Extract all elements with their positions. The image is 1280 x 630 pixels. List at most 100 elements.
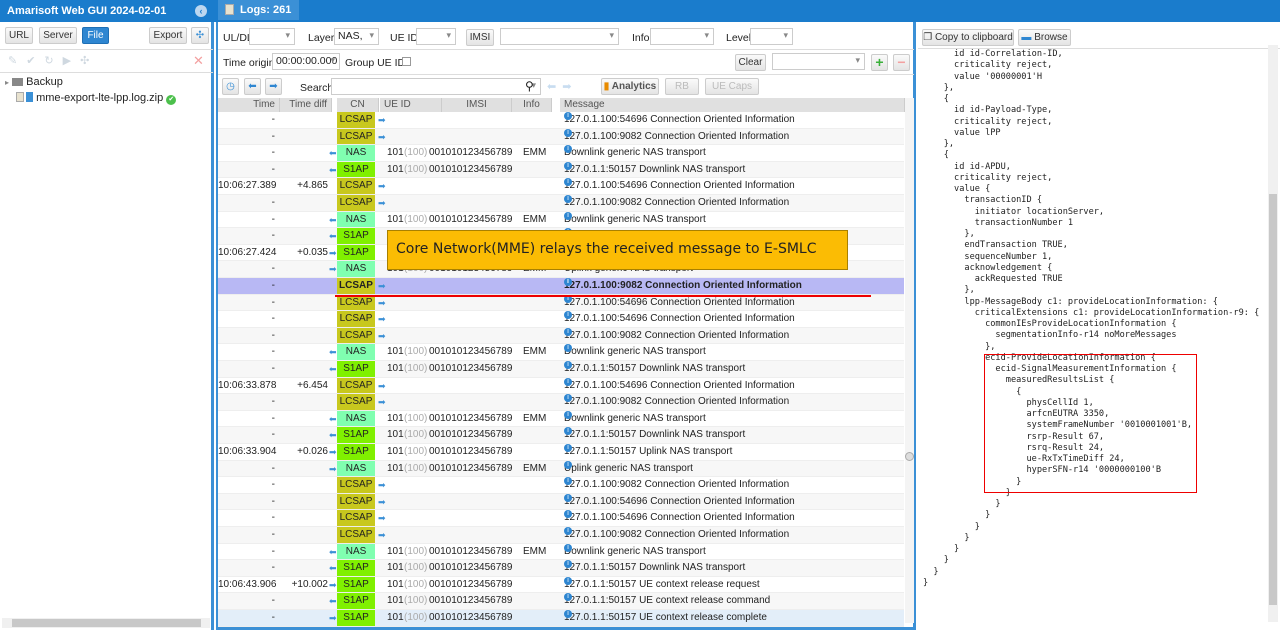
expand-icon[interactable]: ▸ xyxy=(5,78,9,87)
time-origin-input[interactable]: 00:00:00.000 xyxy=(272,53,340,70)
info-icon[interactable]: i xyxy=(564,128,572,137)
info-icon[interactable]: i xyxy=(564,112,572,120)
table-row[interactable]: - LCSAP ➡ i 127.0.1.100:54696 Connection Ori… xyxy=(218,510,904,527)
column-header-message[interactable]: Message xyxy=(560,98,905,112)
info-icon[interactable]: i xyxy=(564,327,572,336)
imsi-select[interactable] xyxy=(500,28,619,45)
tree-item-file[interactable]: mme-export-lte-lpp.log.zip ✔ xyxy=(16,92,177,105)
ueid-select[interactable] xyxy=(416,28,456,45)
info-icon[interactable]: i xyxy=(564,311,572,320)
table-row[interactable]: - LCSAP ➡ i 127.0.1.100:9082 Connection Orie… xyxy=(218,128,904,146)
info-icon[interactable]: i xyxy=(564,560,572,569)
info-icon[interactable]: i xyxy=(564,510,572,519)
delete-icon[interactable]: ✕ xyxy=(193,53,204,69)
table-row[interactable]: - NAS ⬅ 101 (100) 001010123456789 EMM i Downlink… xyxy=(218,211,904,229)
info-icon[interactable]: i xyxy=(564,145,572,154)
table-row[interactable]: - LCSAP ➡ i 127.0.1.100:9082 Connection Orie… xyxy=(218,278,904,295)
tab-logs[interactable]: Logs: 261 xyxy=(218,0,300,20)
info-icon[interactable]: i xyxy=(564,394,572,403)
clear-select[interactable] xyxy=(772,53,865,70)
table-row[interactable]: - LCSAP ➡ i 127.0.1.100:9082 Connection Orie… xyxy=(218,477,904,494)
search-nav-icons[interactable]: ⬅➡ xyxy=(547,80,577,93)
add-icon[interactable]: + xyxy=(871,54,888,71)
table-row[interactable]: - LCSAP ➡ i 127.0.1.100:54696 Connection Ori… xyxy=(218,294,904,312)
rb-button[interactable]: RB xyxy=(665,78,699,95)
info-icon[interactable]: i xyxy=(564,278,572,286)
remove-icon[interactable]: − xyxy=(893,54,910,71)
info-icon[interactable]: i xyxy=(564,444,572,452)
analytics-button[interactable]: ▮ Analytics xyxy=(601,78,659,95)
tree-item-backup[interactable]: ▸ Backup xyxy=(5,76,63,88)
table-row[interactable]: - NAS➡ 101(100)001010123456789 EMM iUplink g… xyxy=(218,460,904,478)
settings-icon[interactable]: ✣ xyxy=(191,27,209,44)
info-icon[interactable]: i xyxy=(564,543,572,552)
table-row[interactable]: - LCSAP ➡ i 127.0.1.100:9082 Connection Orie… xyxy=(218,394,904,411)
table-row[interactable]: - LCSAP ➡ i 127.0.1.100:54696 Connection Ori… xyxy=(218,112,904,129)
info-icon[interactable]: i xyxy=(564,593,572,602)
clear-button[interactable]: Clear xyxy=(735,54,766,71)
table-row[interactable]: - S1AP ➡ 101 (100) 001010123456789 i 127.0.1.1:… xyxy=(218,610,904,627)
info-icon[interactable]: i xyxy=(564,161,572,170)
server-button[interactable]: Server xyxy=(39,27,77,44)
search-input[interactable] xyxy=(331,78,541,95)
info-icon[interactable]: i xyxy=(564,460,572,469)
arrow-right-icon[interactable]: ➡ xyxy=(265,78,282,95)
table-row[interactable]: - LCSAP ➡ i 127.0.1.100:9082 Connection Orie… xyxy=(218,195,904,212)
table-row[interactable]: - LCSAP ➡ i 127.0.1.100:54696 Connection Ori… xyxy=(218,311,904,328)
column-header-imsi[interactable]: IMSI xyxy=(442,98,512,112)
info-select[interactable] xyxy=(650,28,714,45)
uldl-select[interactable] xyxy=(249,28,295,45)
info-icon[interactable]: i xyxy=(564,527,572,535)
info-icon[interactable]: i xyxy=(564,410,572,419)
info-icon[interactable]: i xyxy=(564,576,572,585)
browse-button[interactable]: ▬ Browse xyxy=(1018,29,1071,46)
table-row[interactable]: 10:06:33.878 +6.454 LCSAP ➡ i 127.0.1.100:546… xyxy=(218,377,904,395)
column-header-time-diff[interactable]: Time diff xyxy=(280,98,332,112)
info-icon[interactable]: i xyxy=(564,493,572,502)
table-row[interactable]: - LCSAP ➡ i 127.0.1.100:9082 Connection Orie… xyxy=(218,527,904,544)
table-row[interactable]: 10:06:33.904 +0.026 S1AP ➡ 101 (100) 001010123… xyxy=(218,444,904,461)
table-row[interactable]: - NAS ⬅ 101 (100) 001010123456789 EMM i Downlink… xyxy=(218,410,904,428)
table-row[interactable]: - NAS ⬅ 101 (100) 001010123456789 EMM i Downlink… xyxy=(218,145,904,162)
info-icon[interactable]: i xyxy=(564,361,572,369)
group-ueid-checkbox[interactable] xyxy=(402,57,411,66)
table-row[interactable]: - S1AP⬅ 101(100)001010123456789 i127.0.1.1:… xyxy=(218,427,904,444)
url-button[interactable]: URL xyxy=(5,27,33,44)
table-row[interactable]: - S1AP⬅ 101(100)001010123456789 i127.0.1.1:… xyxy=(218,361,904,378)
table-row[interactable]: 10:06:27.389 +4.865 LCSAP ➡ i 127.0.1.100:546… xyxy=(218,178,904,195)
info-icon[interactable]: i xyxy=(564,610,572,618)
export-button[interactable]: Export xyxy=(149,27,187,44)
info-icon[interactable]: i xyxy=(564,377,572,386)
level-select[interactable] xyxy=(750,28,793,45)
table-row[interactable]: - LCSAP ➡ i 127.0.1.100:9082 Connection Orie… xyxy=(218,327,904,345)
clock-icon[interactable]: ◷ xyxy=(222,78,239,95)
table-vscrollbar[interactable] xyxy=(905,98,914,623)
info-icon[interactable]: i xyxy=(564,344,572,353)
collapse-sidebar-icon[interactable]: ‹ xyxy=(195,5,207,17)
table-row[interactable]: - NAS ⬅ 101 (100) 001010123456789 EMM i Downlink… xyxy=(218,543,904,561)
table-row[interactable]: - S1AP⬅ 101(100)001010123456789 i127.0.1.1:… xyxy=(218,560,904,577)
imsi-button[interactable]: IMSI xyxy=(466,29,494,46)
binoculars-icon[interactable]: ⚲ xyxy=(525,79,534,93)
info-icon[interactable]: i xyxy=(564,427,572,436)
column-header-cn[interactable]: CN xyxy=(337,98,379,112)
table-row[interactable]: - NAS ⬅ 101 (100) 001010123456789 EMM i Downlink… xyxy=(218,344,904,361)
table-row[interactable]: 10:06:43.906 +10.002 S1AP ➡ 101 (100) 00101012… xyxy=(218,576,904,594)
column-header-ue-id[interactable]: UE ID xyxy=(380,98,442,112)
detail-scroll-thumb[interactable] xyxy=(1269,194,1277,605)
info-icon[interactable]: i xyxy=(564,211,572,220)
info-icon[interactable]: i xyxy=(564,195,572,203)
arrow-left-icon[interactable]: ⬅ xyxy=(244,78,261,95)
info-icon[interactable]: i xyxy=(564,178,572,187)
column-header-info[interactable]: Info xyxy=(512,98,552,112)
table-row[interactable]: - LCSAP ➡ i 127.0.1.100:54696 Connection Ori… xyxy=(218,493,904,511)
splitter-handle[interactable] xyxy=(905,452,914,461)
file-button[interactable]: File xyxy=(82,27,109,44)
column-header-time[interactable]: Time xyxy=(218,98,280,112)
layer-select[interactable]: NAS, xyxy=(334,28,379,45)
info-icon[interactable]: i xyxy=(564,477,572,486)
copy-clipboard-button[interactable]: ❐ Copy to clipboard xyxy=(922,29,1014,46)
table-row[interactable]: - S1AP⬅ 101(100)001010123456789 i127.0.1.1:… xyxy=(218,161,904,179)
uecaps-button[interactable]: UE Caps xyxy=(705,78,759,95)
sidebar-hscrollbar[interactable] xyxy=(2,618,210,628)
